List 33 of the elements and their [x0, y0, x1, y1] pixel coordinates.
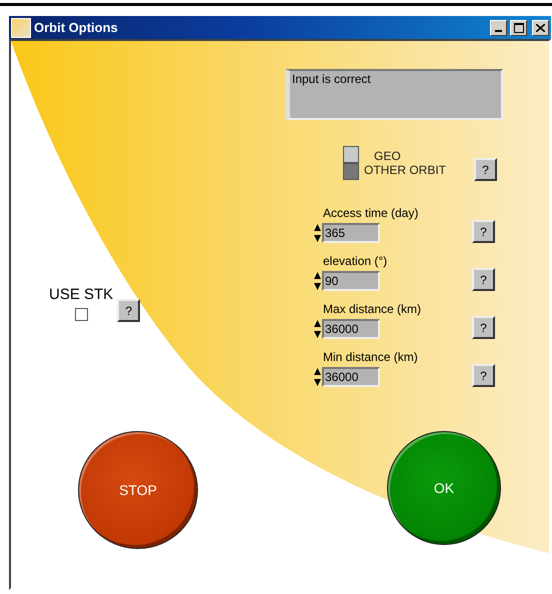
spinner-arrows-icon[interactable]	[314, 367, 321, 387]
maximize-icon	[514, 22, 524, 32]
close-icon	[536, 24, 545, 32]
help-button[interactable]: ?	[472, 364, 495, 387]
field-label: Access time (day)	[323, 206, 420, 220]
use-stk-checkbox[interactable]	[74, 308, 88, 321]
numeric-field[interactable]: 90	[322, 271, 380, 291]
help-button[interactable]: ?	[474, 158, 498, 181]
orbit-option-label: OTHER ORBIT	[364, 162, 446, 176]
spinner-arrows-icon[interactable]	[314, 271, 321, 291]
toggle-position[interactable]	[343, 162, 359, 180]
numeric-field[interactable]: 36000	[322, 319, 380, 339]
minimize-icon	[495, 30, 502, 32]
field-label: Max distance (km)	[323, 302, 422, 316]
help-button[interactable]: ?	[472, 220, 495, 243]
minimize-button[interactable]	[490, 20, 507, 36]
field-label: elevation (°)	[323, 254, 388, 268]
window-title: Orbit Options	[34, 20, 119, 35]
spinner-arrows-icon[interactable]	[314, 319, 321, 339]
toggle-position[interactable]	[343, 146, 359, 162]
use-stk-label: USE STK	[49, 286, 114, 303]
help-button[interactable]: ?	[472, 268, 495, 291]
numeric-field[interactable]: 365	[322, 223, 380, 243]
spinner-arrows-icon[interactable]	[314, 223, 321, 243]
close-button[interactable]	[532, 20, 549, 36]
numeric-field[interactable]: 36000	[322, 367, 380, 387]
help-button[interactable]: ?	[117, 299, 140, 322]
maximize-button[interactable]	[510, 20, 527, 36]
help-button[interactable]: ?	[472, 316, 495, 339]
status-box: Input is correct	[285, 69, 503, 120]
stop-button[interactable]: STOP	[78, 431, 198, 549]
field-label: Min distance (km)	[323, 350, 419, 364]
orbit-option-label: GEO	[374, 148, 402, 162]
